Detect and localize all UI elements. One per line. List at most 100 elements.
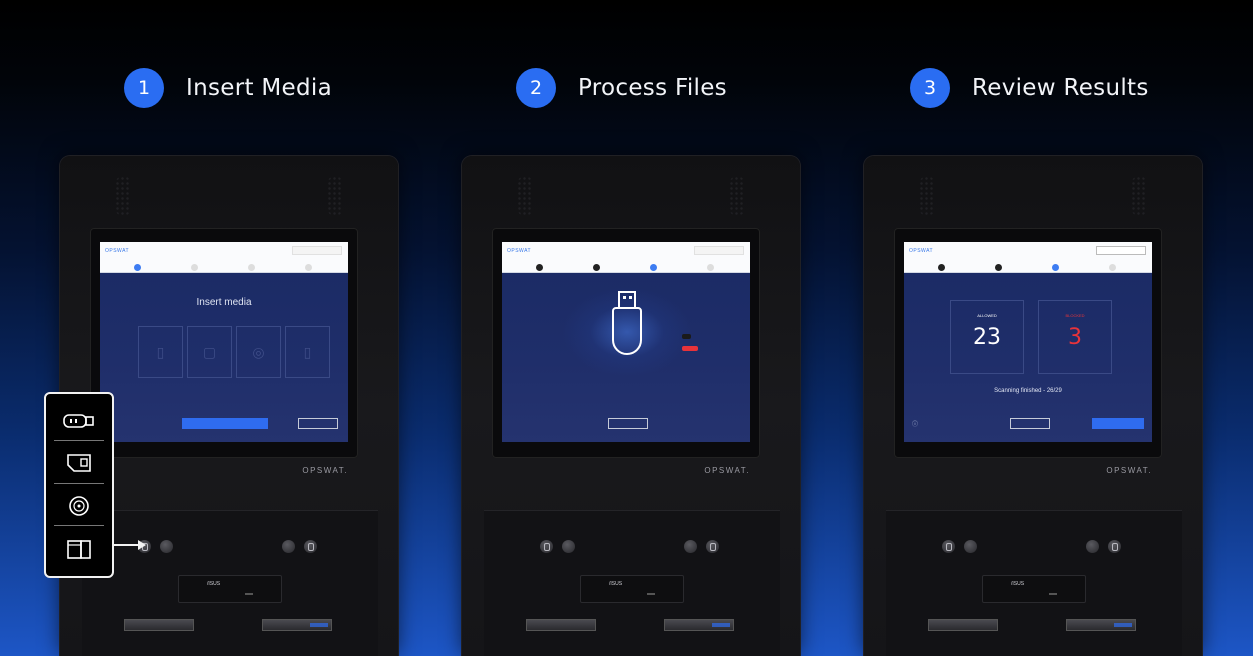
disc-slot[interactable]: ◎ — [236, 326, 281, 378]
reset-button[interactable] — [964, 540, 977, 553]
screen-topbar: OPSWAT — [100, 242, 348, 262]
usb-plug-icon — [618, 291, 636, 308]
blocked-count: 3 — [1068, 325, 1082, 350]
screen-stepper — [100, 262, 348, 273]
stepper-step-1 — [535, 263, 546, 271]
screen-logo: OPSWAT — [909, 248, 934, 254]
speaker-grille-right — [1131, 176, 1147, 216]
speaker-grille-left — [919, 176, 935, 216]
screen-topbar: OPSWAT — [502, 242, 750, 262]
aux-button[interactable] — [282, 540, 295, 553]
usb-port-bay[interactable] — [664, 619, 734, 631]
eject-button-icon[interactable] — [1108, 540, 1121, 553]
device-slot[interactable]: ▯ — [285, 326, 330, 378]
reset-button[interactable] — [160, 540, 173, 553]
detect-media-button[interactable] — [182, 418, 268, 429]
media-sd-card — [54, 444, 104, 484]
sd-card-slot[interactable]: ▯ — [138, 326, 183, 378]
kiosk-process-files: OPSWAT OPSWAT. /ISUS — [462, 156, 800, 656]
power-button-icon[interactable] — [540, 540, 553, 553]
screen-topbar: OPSWAT — [904, 242, 1152, 262]
scan-finished-text: Scanning finished - 26/29 — [994, 388, 1062, 394]
help-icon[interactable]: ⓘ — [912, 419, 918, 428]
aux-button[interactable] — [684, 540, 697, 553]
kiosk-screen-results: OPSWAT ALLOWED 23 BLOCKED 3 Scanning fin… — [904, 242, 1152, 442]
screen-bezel: OPSWAT Insert media ▯ ▢ ◎ ▯ ⓘ — [90, 228, 358, 458]
legend-blocked — [682, 346, 702, 351]
step-dot-icon — [1051, 263, 1059, 271]
device-icon — [67, 539, 91, 559]
card-reader-bay[interactable] — [526, 619, 596, 631]
media-disc — [54, 486, 104, 527]
screen-bezel: OPSWAT ALLOWED 23 BLOCKED 3 Scanning fin… — [894, 228, 1162, 458]
aux-button[interactable] — [1086, 540, 1099, 553]
screen-top-button[interactable] — [292, 246, 342, 255]
power-button-icon[interactable] — [942, 540, 955, 553]
blocked-result-box: BLOCKED 3 — [1038, 300, 1112, 374]
stepper-step-3 — [649, 263, 660, 271]
disc-icon: ◎ — [252, 343, 265, 360]
step-3-title: Review Results — [972, 75, 1149, 101]
kiosk-review-results: OPSWAT ALLOWED 23 BLOCKED 3 Scanning fin… — [864, 156, 1202, 656]
kiosk-screen-processing: OPSWAT — [502, 242, 750, 442]
step-dot-icon — [649, 263, 657, 271]
drive-brand: /ISUS — [1011, 581, 1025, 587]
speaker-grille-right — [729, 176, 745, 216]
usb-slot[interactable]: ▢ — [187, 326, 232, 378]
media-slots: ▯ ▢ ◎ ▯ — [138, 326, 330, 378]
step-dot-icon — [706, 263, 714, 271]
card-reader-bay[interactable] — [928, 619, 998, 631]
stepper-step-4 — [706, 263, 717, 271]
eject-button-icon[interactable] — [706, 540, 719, 553]
stepper-step-2 — [994, 263, 1005, 271]
screen-top-button[interactable] — [1096, 246, 1146, 255]
device-icon: ▯ — [303, 343, 312, 360]
step-dot-icon — [190, 263, 198, 271]
step-dot-icon — [1108, 263, 1116, 271]
stepper-step-2 — [592, 263, 603, 271]
screen-stepper — [904, 262, 1152, 273]
step-dot-icon — [592, 263, 600, 271]
stepper-step-4 — [1108, 263, 1119, 271]
blocked-swatch — [682, 346, 698, 351]
usb-port-bay[interactable] — [262, 619, 332, 631]
allowed-swatch — [682, 334, 691, 339]
eject-button-icon[interactable] — [304, 540, 317, 553]
card-reader-bay[interactable] — [124, 619, 194, 631]
blocked-label: BLOCKED — [1065, 313, 1085, 318]
media-usb — [54, 401, 104, 442]
speaker-grille-left — [517, 176, 533, 216]
cancel-button[interactable] — [608, 418, 648, 429]
usb-port-bay[interactable] — [1066, 619, 1136, 631]
drive-slot — [245, 593, 253, 595]
kiosk-screen-insert: OPSWAT Insert media ▯ ▢ ◎ ▯ ⓘ — [100, 242, 348, 442]
sd-card-icon: ▯ — [156, 343, 165, 360]
optical-drive[interactable]: /ISUS — [178, 575, 282, 603]
drive-slot — [647, 593, 655, 595]
step-2-title: Process Files — [578, 75, 727, 101]
drive-brand: /ISUS — [609, 581, 623, 587]
stepper-step-3 — [1051, 263, 1062, 271]
stepper-step-2 — [190, 263, 201, 271]
usb-icon: ▢ — [202, 343, 217, 360]
optical-drive[interactable]: /ISUS — [580, 575, 684, 603]
screen-top-button[interactable] — [694, 246, 744, 255]
stepper-step-1 — [937, 263, 948, 271]
drive-brand: /ISUS — [207, 581, 221, 587]
allowed-label: ALLOWED — [977, 313, 997, 318]
media-device — [54, 529, 104, 569]
continue-button[interactable] — [1092, 418, 1144, 429]
see-more-button[interactable] — [1010, 418, 1050, 429]
arrow-right-icon — [138, 540, 146, 550]
stepper-step-4 — [304, 263, 315, 271]
opswat-brand: OPSWAT. — [1106, 466, 1152, 475]
usb-drive-icon — [612, 307, 642, 355]
step-1-title: Insert Media — [186, 75, 332, 101]
reset-button[interactable] — [562, 540, 575, 553]
step-2-number: 2 — [516, 68, 556, 108]
optical-drive[interactable]: /ISUS — [982, 575, 1086, 603]
speaker-grille-left — [115, 176, 131, 216]
step-dot-icon — [247, 263, 255, 271]
legend-allowed — [682, 334, 695, 339]
cancel-button[interactable] — [298, 418, 338, 429]
